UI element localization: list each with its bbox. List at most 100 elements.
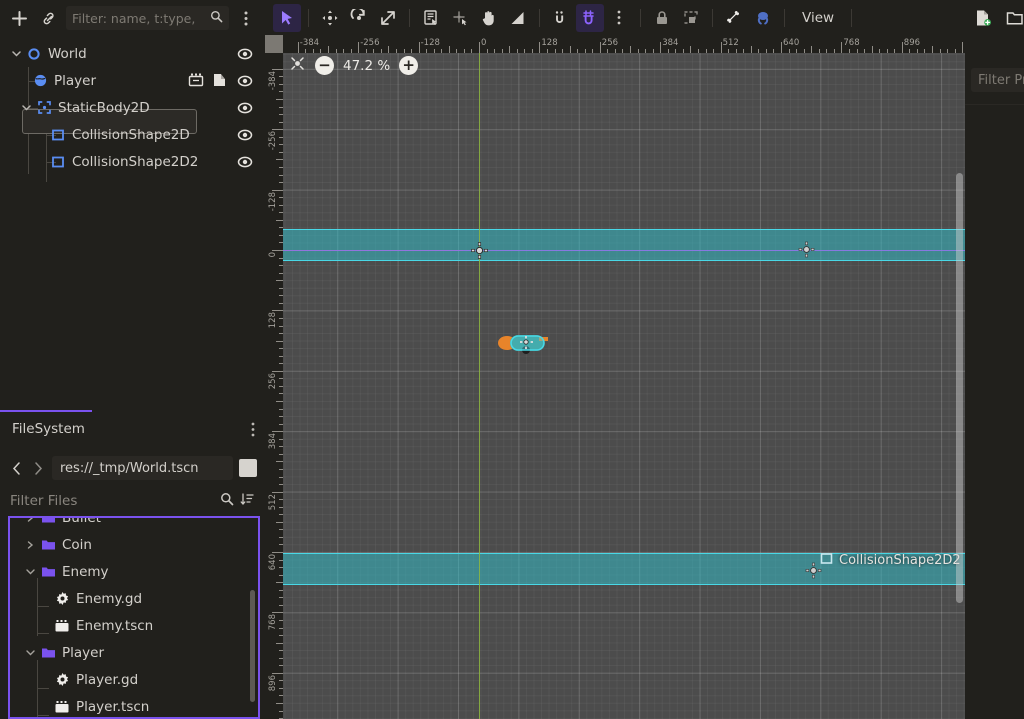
ruler-label: 128 [541, 38, 557, 48]
file-tree-item[interactable]: Bullet [10, 516, 258, 531]
staticbody2d-icon [34, 94, 54, 121]
move-tool-button[interactable] [316, 4, 344, 32]
group-button[interactable] [677, 4, 705, 32]
instance-scene-icon[interactable] [36, 5, 62, 31]
origin-gizmo[interactable] [471, 242, 488, 259]
file-tree-item[interactable]: Coin [10, 531, 258, 558]
zoom-out-button[interactable]: − [315, 56, 334, 75]
file-tree-item[interactable]: Enemy.tscn [10, 612, 258, 639]
ruler-minor-tick [276, 280, 283, 281]
inspector-filter-input[interactable]: Filter Pr [971, 68, 1024, 92]
chevron-right-icon[interactable] [22, 516, 38, 531]
ruler-label: 256 [268, 373, 278, 389]
script-icon[interactable] [211, 72, 227, 92]
ruler-tick [272, 673, 283, 674]
back-button[interactable] [8, 462, 24, 475]
scene-tree-item-staticbody2d[interactable]: StaticBody2D [0, 94, 265, 121]
file-tree-item[interactable]: Enemy [10, 558, 258, 585]
scene-tree-item-player[interactable]: Player [0, 67, 265, 94]
scene-tree-item-collisionshape2d[interactable]: CollisionShape2D [0, 121, 265, 148]
new-file-icon[interactable] [969, 4, 997, 32]
scene-tree-item-label: CollisionShape2D2 [72, 154, 198, 170]
scene-instance-icon[interactable] [188, 72, 204, 92]
file-tree-item-label: Player.gd [76, 672, 138, 688]
add-node-button[interactable] [6, 5, 32, 31]
ruler-tick [781, 42, 782, 53]
scene-menu-button[interactable] [233, 5, 259, 31]
search-icon[interactable] [220, 492, 234, 510]
bone-button[interactable] [720, 4, 748, 32]
ruler-label: 640 [783, 38, 799, 48]
open-folder-icon[interactable] [1001, 4, 1024, 32]
ruler-label: 0 [268, 252, 278, 257]
folder-icon [38, 558, 58, 585]
filesystem-menu-button[interactable] [251, 422, 255, 441]
chevron-down-icon[interactable] [22, 558, 38, 585]
sort-icon[interactable] [240, 492, 255, 511]
filesystem-file-tree[interactable]: Bullet Coin [8, 516, 260, 719]
file-tree-item-label: Bullet [62, 516, 101, 526]
ruler-tick [272, 552, 283, 553]
visibility-eye-icon[interactable] [236, 153, 253, 170]
zoom-controls: − 47.2 % + [289, 55, 418, 76]
canvas-toolbar: View [265, 0, 1024, 35]
scene-tree-item-world[interactable]: World [0, 40, 265, 67]
collisionshape2d-gizmo[interactable] [798, 241, 815, 258]
viewport-vertical-scrollbar[interactable] [956, 173, 963, 603]
snap-node-tool-button[interactable] [446, 4, 474, 32]
scene-toolbar: Filter: name, t:type, [0, 0, 265, 36]
ruler-minor-tick [751, 46, 752, 53]
file-tree-item[interactable]: Enemy.gd [10, 585, 258, 612]
skeleton-options-button[interactable] [749, 4, 777, 32]
ruler-label: 256 [602, 38, 618, 48]
lock-button[interactable] [648, 4, 676, 32]
collision-band-top[interactable] [283, 229, 965, 261]
collisionshape2d-icon [820, 552, 833, 569]
filter-files-input[interactable]: Filter Files [10, 493, 214, 509]
chevron-right-icon[interactable] [22, 531, 38, 558]
scene-tree[interactable]: World Player [0, 40, 265, 410]
zoom-value-label[interactable]: 47.2 % [343, 58, 390, 74]
ruler-minor-tick [276, 522, 283, 523]
scene-filter-placeholder: Filter: name, t:type, [72, 11, 206, 26]
rotate-tool-button[interactable] [345, 4, 373, 32]
visibility-eye-icon[interactable] [236, 99, 253, 116]
grid-snap-button[interactable] [576, 4, 604, 32]
folder-icon [38, 639, 58, 666]
filesystem-path-field[interactable]: res://_tmp/World.tscn [52, 456, 233, 480]
folder-icon [38, 516, 58, 531]
zoom-in-button[interactable]: + [399, 56, 418, 75]
pan-tool-button[interactable] [475, 4, 503, 32]
ruler-tick [272, 250, 283, 251]
zoom-reset-button[interactable] [289, 55, 306, 76]
ruler-tool-button[interactable] [504, 4, 532, 32]
ruler-tick [660, 42, 661, 53]
forward-button[interactable] [30, 462, 46, 475]
scene-file-icon [52, 612, 72, 639]
ruler-corner [265, 35, 283, 53]
select-tool-button[interactable] [273, 4, 301, 32]
canvas-viewport[interactable]: CollisionShape2D2 [283, 53, 965, 719]
list-select-tool-button[interactable] [417, 4, 445, 32]
scale-tool-button[interactable] [374, 4, 402, 32]
scene-tree-item-collisionshape2d2[interactable]: CollisionShape2D2 [0, 148, 265, 175]
visibility-eye-icon[interactable] [236, 72, 253, 89]
split-mode-button[interactable] [239, 459, 257, 477]
chevron-down-icon[interactable] [22, 639, 38, 666]
node2d-icon [24, 40, 44, 67]
chevron-down-icon[interactable] [18, 94, 34, 121]
view-menu-button[interactable]: View [792, 5, 844, 31]
chevron-down-icon[interactable] [8, 40, 24, 67]
file-tree-item[interactable]: Player [10, 639, 258, 666]
snap-options-button[interactable] [605, 4, 633, 32]
player-node-gizmo[interactable] [495, 326, 557, 364]
file-tree-item-label: Player [62, 645, 104, 661]
smart-snap-button[interactable] [547, 4, 575, 32]
scene-filter-input[interactable]: Filter: name, t:type, [66, 6, 229, 30]
ruler-tick [539, 42, 540, 53]
visibility-eye-icon[interactable] [236, 126, 253, 143]
ruler-tick [298, 42, 299, 53]
filesystem-scrollbar[interactable] [250, 590, 255, 702]
filesystem-header: FileSystem [0, 414, 265, 444]
visibility-eye-icon[interactable] [236, 45, 253, 62]
